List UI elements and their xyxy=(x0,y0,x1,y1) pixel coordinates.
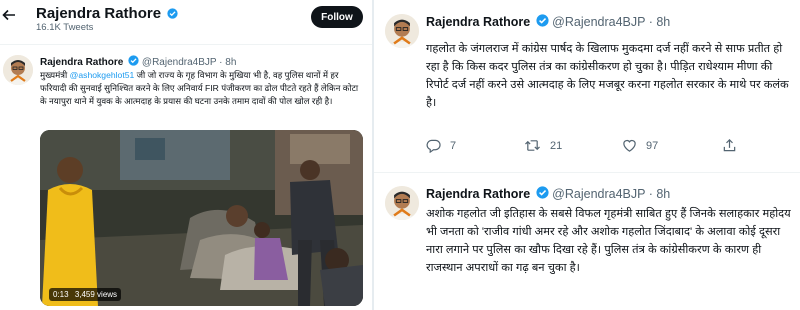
tweet-handle-time[interactable]: @Rajendra4BJP · 8h xyxy=(552,15,670,29)
avatar[interactable] xyxy=(385,186,419,220)
retweet-icon xyxy=(524,138,550,153)
video-time: 0:13 xyxy=(53,290,69,299)
tweet-header: Rajendra Rathore @Rajendra4BJP · 8h xyxy=(426,186,670,201)
profile-name-text: Rajendra Rathore xyxy=(36,5,162,22)
avatar[interactable] xyxy=(3,55,33,85)
mention-link[interactable]: @ashokgehlot51 xyxy=(70,70,135,80)
arrow-left-icon[interactable] xyxy=(2,8,16,22)
reply-icon xyxy=(426,138,450,153)
tweet-divider xyxy=(374,172,800,173)
tweet-author-name[interactable]: Rajendra Rathore xyxy=(40,57,123,68)
share-button[interactable] xyxy=(722,138,746,153)
tweet-handle-time[interactable]: @Rajendra4BJP · 8h xyxy=(552,187,670,201)
left-screenshot-panel: Rajendra Rathore 16.1K Tweets Follow Raj… xyxy=(0,0,372,310)
verified-badge-icon xyxy=(536,14,549,27)
header-divider xyxy=(0,44,372,45)
tweet-author-name[interactable]: Rajendra Rathore xyxy=(426,187,530,201)
tweet-header: Rajendra Rathore @Rajendra4BJP · 8h xyxy=(426,14,670,29)
tweet-count: 16.1K Tweets xyxy=(36,22,94,33)
tweet-text-part: मुख्यमंत्री xyxy=(40,70,70,80)
avatar[interactable] xyxy=(385,14,419,48)
tweet-author-name[interactable]: Rajendra Rathore xyxy=(426,15,530,29)
verified-badge-icon xyxy=(167,8,178,19)
video-overlay: 0:13 3,459 views xyxy=(49,288,122,301)
verified-badge-icon xyxy=(536,186,549,199)
follow-button[interactable]: Follow xyxy=(311,6,363,28)
like-count: 97 xyxy=(646,139,659,152)
tweet-text: अशोक गहलोत जी इतिहास के सबसे विफल गृहमंत… xyxy=(426,208,791,274)
share-icon xyxy=(722,138,746,153)
tweet-header: Rajendra Rathore @Rajendra4BJP · 8h xyxy=(40,55,236,68)
tweet-handle-time[interactable]: @Rajendra4BJP · 8h xyxy=(142,57,236,68)
profile-header: Rajendra Rathore 16.1K Tweets Follow xyxy=(0,0,372,44)
reply-button[interactable]: 7 xyxy=(426,138,456,153)
tweet-text: मुख्यमंत्री @ashokgehlot51 जी जो राज्य क… xyxy=(40,69,366,109)
verified-badge-icon xyxy=(128,55,139,66)
tweet-text: गहलोत के जंगलराज में कांग्रेस पार्षद के … xyxy=(426,43,789,109)
video-views: 3,459 views xyxy=(74,290,118,299)
like-button[interactable]: 97 xyxy=(622,138,658,153)
heart-icon xyxy=(622,138,646,153)
tweet-actions: 7 21 97 xyxy=(426,138,766,156)
retweet-count: 21 xyxy=(550,139,563,152)
reply-count: 7 xyxy=(450,139,457,152)
tweet-video[interactable] xyxy=(40,130,363,306)
retweet-button[interactable]: 21 xyxy=(524,138,562,153)
profile-name: Rajendra Rathore xyxy=(36,5,178,22)
